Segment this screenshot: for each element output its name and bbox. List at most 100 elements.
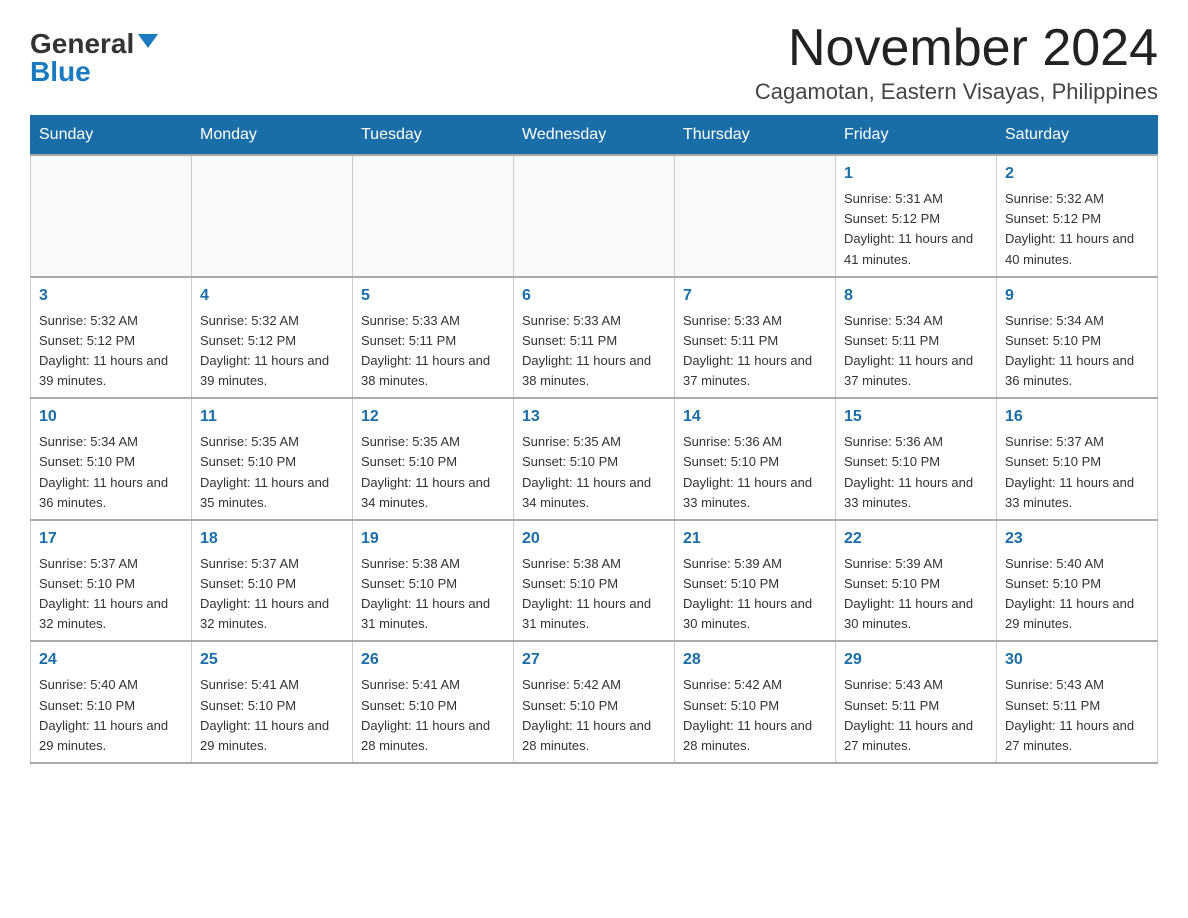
calendar-week-row: 1 Sunrise: 5:31 AMSunset: 5:12 PMDaylight… [31,155,1158,277]
day-info: Sunrise: 5:35 AMSunset: 5:10 PMDaylight:… [361,432,505,513]
calendar-header-friday: Friday [836,116,997,156]
day-info: Sunrise: 5:43 AMSunset: 5:11 PMDaylight:… [1005,675,1149,756]
calendar-cell: 4 Sunrise: 5:32 AMSunset: 5:12 PMDaylight… [192,277,353,399]
logo-blue-text: Blue [30,56,91,87]
day-info: Sunrise: 5:39 AMSunset: 5:10 PMDaylight:… [683,554,827,635]
calendar-cell: 3 Sunrise: 5:32 AMSunset: 5:12 PMDaylight… [31,277,192,399]
calendar-cell: 21Sunrise: 5:39 AMSunset: 5:10 PMDayligh… [675,520,836,642]
calendar-cell: 10Sunrise: 5:34 AMSunset: 5:10 PMDayligh… [31,398,192,520]
calendar-header-monday: Monday [192,116,353,156]
day-number: 6 [522,284,666,308]
calendar-cell: 29 Sunrise: 5:43 AMSunset: 5:11 PMDayligh… [836,641,997,763]
calendar-week-row: 24 Sunrise: 5:40 AMSunset: 5:10 PMDayligh… [31,641,1158,763]
calendar-cell: 30 Sunrise: 5:43 AMSunset: 5:11 PMDayligh… [997,641,1158,763]
day-info: Sunrise: 5:35 AMSunset: 5:10 PMDaylight:… [522,432,666,513]
day-info: Sunrise: 5:32 AMSunset: 5:12 PMDaylight:… [39,311,183,392]
calendar-cell [514,155,675,277]
day-info: Sunrise: 5:33 AMSunset: 5:11 PMDaylight:… [683,311,827,392]
day-number: 8 [844,284,988,308]
title-block: November 2024 Cagamotan, Eastern Visayas… [755,20,1158,105]
calendar-cell [675,155,836,277]
day-number: 18 [200,527,344,551]
logo: General Blue [30,30,158,86]
day-number: 9 [1005,284,1149,308]
day-number: 24 [39,648,183,672]
day-number: 26 [361,648,505,672]
logo-triangle-icon [138,34,158,48]
calendar-week-row: 3 Sunrise: 5:32 AMSunset: 5:12 PMDaylight… [31,277,1158,399]
day-info: Sunrise: 5:37 AMSunset: 5:10 PMDaylight:… [200,554,344,635]
day-number: 12 [361,405,505,429]
day-info: Sunrise: 5:35 AMSunset: 5:10 PMDaylight:… [200,432,344,513]
calendar-cell: 22 Sunrise: 5:39 AMSunset: 5:10 PMDayligh… [836,520,997,642]
day-info: Sunrise: 5:34 AMSunset: 5:10 PMDaylight:… [39,432,183,513]
calendar-cell: 20 Sunrise: 5:38 AMSunset: 5:10 PMDayligh… [514,520,675,642]
day-info: Sunrise: 5:33 AMSunset: 5:11 PMDaylight:… [361,311,505,392]
day-info: Sunrise: 5:37 AMSunset: 5:10 PMDaylight:… [39,554,183,635]
day-number: 15 [844,405,988,429]
calendar-cell: 14 Sunrise: 5:36 AMSunset: 5:10 PMDayligh… [675,398,836,520]
calendar-cell: 25 Sunrise: 5:41 AMSunset: 5:10 PMDayligh… [192,641,353,763]
logo-general-text: General [30,30,134,58]
calendar-cell: 27Sunrise: 5:42 AMSunset: 5:10 PMDayligh… [514,641,675,763]
calendar-cell: 9Sunrise: 5:34 AMSunset: 5:10 PMDaylight… [997,277,1158,399]
day-number: 13 [522,405,666,429]
calendar-week-row: 10Sunrise: 5:34 AMSunset: 5:10 PMDayligh… [31,398,1158,520]
location-text: Cagamotan, Eastern Visayas, Philippines [755,79,1158,105]
day-info: Sunrise: 5:39 AMSunset: 5:10 PMDaylight:… [844,554,988,635]
day-number: 23 [1005,527,1149,551]
day-number: 20 [522,527,666,551]
day-number: 28 [683,648,827,672]
day-info: Sunrise: 5:43 AMSunset: 5:11 PMDaylight:… [844,675,988,756]
calendar-cell: 11 Sunrise: 5:35 AMSunset: 5:10 PMDayligh… [192,398,353,520]
day-info: Sunrise: 5:36 AMSunset: 5:10 PMDaylight:… [844,432,988,513]
day-number: 3 [39,284,183,308]
day-info: Sunrise: 5:36 AMSunset: 5:10 PMDaylight:… [683,432,827,513]
calendar-cell: 5 Sunrise: 5:33 AMSunset: 5:11 PMDaylight… [353,277,514,399]
day-number: 11 [200,405,344,429]
calendar-cell: 26 Sunrise: 5:41 AMSunset: 5:10 PMDayligh… [353,641,514,763]
month-title: November 2024 [755,20,1158,77]
calendar-cell: 23 Sunrise: 5:40 AMSunset: 5:10 PMDayligh… [997,520,1158,642]
calendar-cell: 8 Sunrise: 5:34 AMSunset: 5:11 PMDaylight… [836,277,997,399]
day-info: Sunrise: 5:41 AMSunset: 5:10 PMDaylight:… [200,675,344,756]
day-number: 22 [844,527,988,551]
day-number: 30 [1005,648,1149,672]
day-number: 4 [200,284,344,308]
calendar-cell: 24 Sunrise: 5:40 AMSunset: 5:10 PMDayligh… [31,641,192,763]
calendar-cell: 1 Sunrise: 5:31 AMSunset: 5:12 PMDaylight… [836,155,997,277]
calendar-cell: 12 Sunrise: 5:35 AMSunset: 5:10 PMDayligh… [353,398,514,520]
calendar-week-row: 17 Sunrise: 5:37 AMSunset: 5:10 PMDayligh… [31,520,1158,642]
day-info: Sunrise: 5:32 AMSunset: 5:12 PMDaylight:… [1005,189,1149,270]
day-info: Sunrise: 5:41 AMSunset: 5:10 PMDaylight:… [361,675,505,756]
day-info: Sunrise: 5:38 AMSunset: 5:10 PMDaylight:… [522,554,666,635]
calendar-cell: 19 Sunrise: 5:38 AMSunset: 5:10 PMDayligh… [353,520,514,642]
calendar-header-tuesday: Tuesday [353,116,514,156]
day-number: 14 [683,405,827,429]
day-info: Sunrise: 5:40 AMSunset: 5:10 PMDaylight:… [1005,554,1149,635]
day-info: Sunrise: 5:40 AMSunset: 5:10 PMDaylight:… [39,675,183,756]
calendar-cell: 16Sunrise: 5:37 AMSunset: 5:10 PMDayligh… [997,398,1158,520]
day-number: 19 [361,527,505,551]
day-number: 29 [844,648,988,672]
day-info: Sunrise: 5:42 AMSunset: 5:10 PMDaylight:… [683,675,827,756]
day-info: Sunrise: 5:37 AMSunset: 5:10 PMDaylight:… [1005,432,1149,513]
day-info: Sunrise: 5:32 AMSunset: 5:12 PMDaylight:… [200,311,344,392]
calendar-cell: 28 Sunrise: 5:42 AMSunset: 5:10 PMDayligh… [675,641,836,763]
day-info: Sunrise: 5:38 AMSunset: 5:10 PMDaylight:… [361,554,505,635]
calendar-header-thursday: Thursday [675,116,836,156]
day-number: 17 [39,527,183,551]
day-info: Sunrise: 5:34 AMSunset: 5:11 PMDaylight:… [844,311,988,392]
calendar-cell: 15 Sunrise: 5:36 AMSunset: 5:10 PMDayligh… [836,398,997,520]
day-info: Sunrise: 5:31 AMSunset: 5:12 PMDaylight:… [844,189,988,270]
calendar-cell [31,155,192,277]
day-number: 5 [361,284,505,308]
page-header: General Blue November 2024 Cagamotan, Ea… [30,20,1158,105]
day-number: 1 [844,162,988,186]
calendar-cell [353,155,514,277]
day-number: 25 [200,648,344,672]
calendar-cell: 2Sunrise: 5:32 AMSunset: 5:12 PMDaylight… [997,155,1158,277]
day-number: 7 [683,284,827,308]
calendar-cell: 18 Sunrise: 5:37 AMSunset: 5:10 PMDayligh… [192,520,353,642]
day-number: 27 [522,648,666,672]
